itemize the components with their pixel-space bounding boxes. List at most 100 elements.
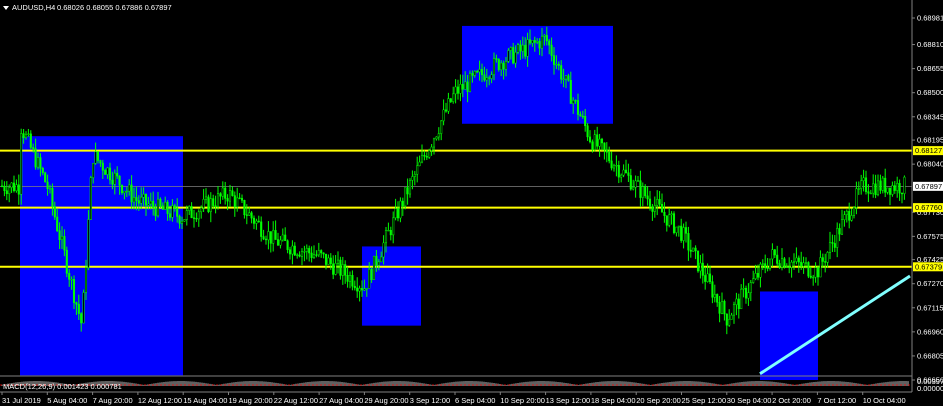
candle-body [576,100,580,115]
candle-body [137,200,140,204]
candle-body [552,55,556,65]
candle-body [456,86,460,94]
candle-body [3,185,6,191]
candle-body [384,230,388,244]
candle-body [432,138,436,148]
candle-body [327,257,330,265]
candle-body [286,240,289,250]
highlight-zone [362,246,421,326]
candle-body [639,180,642,198]
candle-body [888,187,892,195]
candle-body [795,257,798,262]
candle-body [12,182,16,192]
candle-body [298,254,301,257]
candle-body [473,71,476,76]
candle-body [339,259,342,276]
candle-body [792,261,796,263]
candle-body [428,150,431,158]
candle-body [58,230,61,240]
candle-body [864,177,868,192]
candle-body [44,172,47,183]
candle-body [406,187,409,195]
candle-body [118,175,121,186]
time-label: 31 Jul 2019 [2,396,41,405]
candle-body [617,165,620,178]
candle-body [519,44,522,52]
candle-body [243,200,246,216]
candle-body [512,47,515,64]
candle-body [204,196,208,200]
candle-body [176,207,179,217]
candle-body [516,44,520,53]
candle-body [365,288,368,290]
candle-body [53,206,56,218]
candle-body [255,220,258,224]
chart-canvas[interactable]: AUDUSD,H4 0.68026 0.68055 0.67886 0.6789… [0,0,943,406]
candle-body [788,266,791,268]
candle-body [701,262,704,276]
candle-body [308,248,311,254]
candle-body [452,93,455,102]
candle-body [408,180,412,195]
candle-body [689,249,692,252]
candle-body [454,86,457,95]
candle-body [368,269,371,289]
candle-body [305,248,308,252]
candle-body [252,217,256,224]
price-label: 0.67575 [917,232,943,241]
candle-body [588,136,592,143]
candle-body [543,35,546,37]
price-label: 0.66805 [917,351,943,360]
candle-body [809,275,812,278]
candle-body [356,287,359,292]
candle-body [296,254,299,256]
macd-zero-value: 0.000000 [917,384,943,393]
candle-body [41,168,44,174]
candle-body [833,243,836,248]
candle-body [694,247,697,252]
candle-body [372,255,376,281]
candle-body [672,213,676,233]
symbol-title: AUDUSD,H4 [12,3,55,12]
candle-body [720,301,724,314]
candle-body [483,74,486,81]
candle-body [521,44,524,52]
candle-body [768,258,772,270]
candle-body [214,205,217,207]
candle-body [224,187,227,199]
candle-body [188,206,191,211]
candle-body [329,257,332,265]
candle-body [567,75,570,81]
candle-body [34,148,37,168]
candle-body [111,179,114,185]
candle-body [396,208,400,219]
candle-body [490,74,493,79]
candle-body [411,176,414,181]
level-tag-resistance-1: 0.68127 [915,146,942,155]
level-tag-support-1: 0.67760 [915,203,942,212]
time-label: 6 Sep 04:00 [455,396,495,405]
candle-body [572,100,575,104]
candle-body [843,214,846,221]
candle-body [785,266,788,268]
candle-body [164,201,167,210]
candle-body [651,206,654,212]
candle-body [70,279,73,281]
time-label: 10 Sep 20:00 [500,396,545,405]
time-label: 30 Sep 04:00 [727,396,772,405]
candle-body [442,109,445,122]
candle-body [668,214,671,226]
candle-body [610,160,613,169]
candle-body [27,133,30,135]
candle-body [399,200,402,219]
candle-body [75,302,78,305]
candle-body [790,261,793,268]
candle-body [461,84,464,90]
candle-body [862,177,865,182]
level-tag-support-2: 0.67379 [915,262,942,271]
candle-body [840,219,844,235]
candle-body [596,134,599,147]
candle-body [696,250,700,272]
candle-body [855,188,858,208]
ohlc-readout: 0.68026 0.68055 0.67886 0.67897 [57,3,172,12]
